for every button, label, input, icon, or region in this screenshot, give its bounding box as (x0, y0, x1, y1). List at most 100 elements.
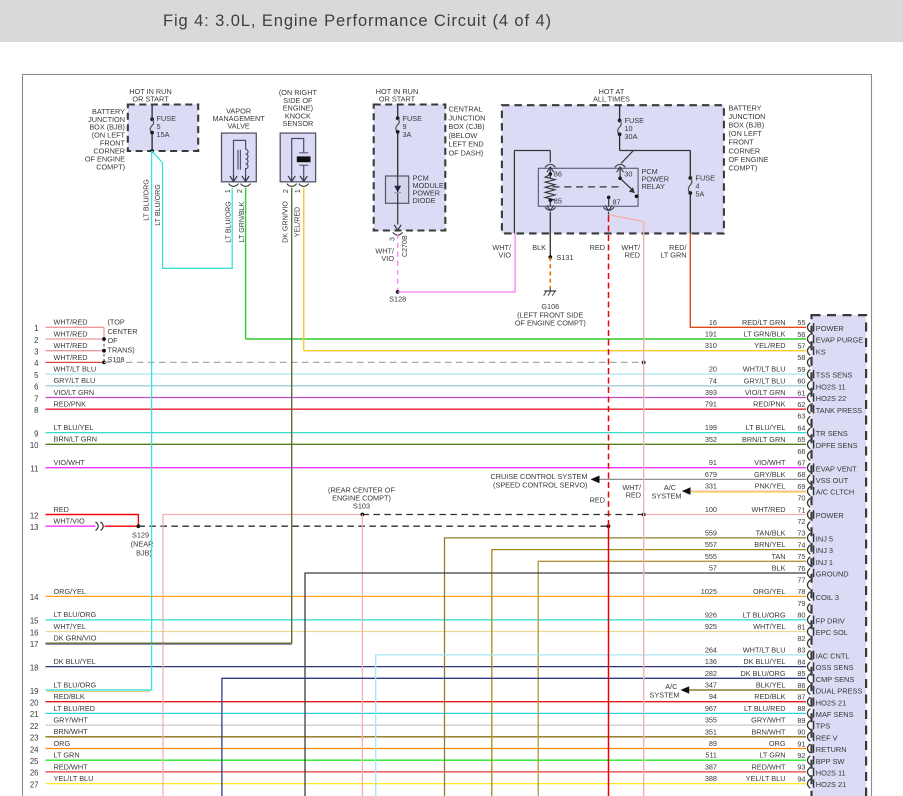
svg-text:C270B: C270B (401, 235, 409, 257)
svg-text:RED/PNK: RED/PNK (753, 400, 786, 409)
svg-text:25: 25 (30, 757, 39, 766)
svg-text:RED/PNK: RED/PNK (54, 400, 87, 409)
svg-text:2: 2 (34, 336, 38, 345)
svg-text:OF DASH): OF DASH) (449, 148, 484, 157)
svg-text:13: 13 (30, 523, 39, 532)
svg-text:331: 331 (705, 482, 717, 491)
svg-text:91: 91 (709, 458, 717, 467)
svg-text:352: 352 (705, 435, 717, 444)
svg-text:DIODE: DIODE (413, 196, 436, 205)
svg-text:63: 63 (797, 412, 805, 421)
svg-text:WHT/YEL: WHT/YEL (753, 622, 785, 631)
svg-text:3A: 3A (403, 130, 412, 139)
svg-text:12: 12 (30, 511, 39, 520)
svg-text:5: 5 (34, 371, 39, 380)
svg-text:94: 94 (797, 774, 805, 783)
svg-text:80: 80 (797, 611, 805, 620)
svg-text:65: 65 (797, 435, 805, 444)
svg-text:TAN: TAN (771, 552, 785, 561)
svg-text:VIO: VIO (498, 251, 511, 260)
svg-text:79: 79 (797, 599, 805, 608)
svg-text:93: 93 (797, 763, 805, 772)
svg-text:347: 347 (705, 681, 717, 690)
svg-text:ORG: ORG (769, 739, 786, 748)
svg-text:LT BLU/RED: LT BLU/RED (744, 704, 786, 713)
svg-text:YEL/LT BLU: YEL/LT BLU (746, 774, 786, 783)
svg-text:EVAP PURGE: EVAP PURGE (816, 336, 863, 345)
svg-text:LT BLU/ORG: LT BLU/ORG (154, 184, 162, 226)
svg-text:27: 27 (30, 780, 39, 789)
svg-text:83: 83 (797, 646, 805, 655)
svg-text:PNK/YEL: PNK/YEL (755, 482, 786, 491)
svg-text:GROUND: GROUND (816, 570, 849, 579)
svg-text:66: 66 (797, 447, 805, 456)
svg-text:(SPEED CONTROL SERVO): (SPEED CONTROL SERVO) (493, 481, 587, 490)
svg-text:CENTRAL: CENTRAL (449, 105, 483, 114)
svg-text:86: 86 (797, 681, 805, 690)
svg-text:89: 89 (797, 716, 805, 725)
svg-text:72: 72 (797, 517, 805, 526)
svg-text:11: 11 (30, 465, 38, 474)
svg-text:VIO/LT GRN: VIO/LT GRN (54, 388, 95, 397)
svg-text:82: 82 (797, 634, 805, 643)
svg-text:91: 91 (797, 739, 805, 748)
svg-text:OR START: OR START (379, 94, 416, 103)
svg-text:WHT/RED: WHT/RED (54, 341, 88, 350)
svg-text:LT BLU/ORG: LT BLU/ORG (54, 680, 97, 689)
svg-text:85: 85 (554, 197, 562, 206)
svg-text:17: 17 (30, 640, 39, 649)
svg-text:59: 59 (797, 365, 805, 374)
svg-text:S103: S103 (353, 502, 370, 511)
svg-text:HO2S 21: HO2S 21 (816, 780, 846, 789)
svg-text:9: 9 (34, 429, 38, 438)
svg-text:OSS SENS: OSS SENS (816, 663, 854, 672)
svg-text:YEL/RED: YEL/RED (754, 341, 785, 350)
svg-text:VIO/WHT: VIO/WHT (754, 458, 786, 467)
svg-text:INJ 3: INJ 3 (816, 546, 833, 555)
svg-text:3: 3 (34, 348, 38, 357)
svg-text:RED: RED (54, 505, 69, 514)
svg-text:23: 23 (30, 734, 39, 743)
svg-text:87: 87 (613, 198, 621, 207)
svg-text:6: 6 (34, 383, 38, 392)
svg-text:SYSTEM: SYSTEM (649, 690, 679, 699)
svg-text:BRN/WHT: BRN/WHT (54, 727, 89, 736)
svg-text:EVAP VENT: EVAP VENT (816, 464, 857, 473)
svg-text:WHT/YEL: WHT/YEL (54, 622, 86, 631)
svg-text:LT BLU/ORG: LT BLU/ORG (743, 610, 786, 619)
svg-text:LT GRN: LT GRN (660, 251, 686, 260)
svg-text:5A: 5A (696, 190, 705, 199)
svg-text:4: 4 (34, 359, 39, 368)
svg-text:199: 199 (705, 423, 717, 432)
svg-text:DK GRN/VIO: DK GRN/VIO (54, 634, 97, 643)
svg-text:15A: 15A (157, 130, 170, 139)
svg-text:16: 16 (709, 318, 717, 327)
svg-text:RED/BLK: RED/BLK (754, 692, 785, 701)
svg-text:VIO/WHT: VIO/WHT (54, 458, 86, 467)
svg-text:926: 926 (705, 610, 717, 619)
svg-text:HO2S 21: HO2S 21 (816, 698, 846, 707)
svg-text:925: 925 (705, 622, 717, 631)
svg-text:IAC CNTL: IAC CNTL (816, 652, 850, 661)
svg-text:393: 393 (705, 388, 717, 397)
svg-text:RED/LT GRN: RED/LT GRN (742, 318, 786, 327)
svg-text:57: 57 (709, 564, 717, 573)
svg-text:70: 70 (797, 494, 805, 503)
svg-text:HO2S 11: HO2S 11 (816, 382, 846, 391)
svg-text:20: 20 (30, 699, 39, 708)
svg-text:22: 22 (30, 722, 39, 731)
svg-text:SENSOR: SENSOR (282, 119, 313, 128)
svg-text:WHT/RED: WHT/RED (751, 505, 785, 514)
svg-text:S131: S131 (557, 253, 574, 262)
svg-text:8: 8 (34, 406, 38, 415)
svg-text:HO2S 22: HO2S 22 (816, 394, 846, 403)
svg-text:GRY/LT BLU: GRY/LT BLU (744, 376, 786, 385)
svg-text:60: 60 (797, 377, 805, 386)
svg-text:S129: S129 (132, 531, 149, 540)
svg-text:BLK/YEL: BLK/YEL (756, 681, 786, 690)
svg-text:BLK: BLK (772, 564, 786, 573)
svg-text:1: 1 (295, 189, 302, 193)
svg-text:94: 94 (709, 692, 717, 701)
svg-text:RELAY: RELAY (642, 182, 666, 191)
svg-text:WHT/LT BLU: WHT/LT BLU (743, 365, 786, 374)
